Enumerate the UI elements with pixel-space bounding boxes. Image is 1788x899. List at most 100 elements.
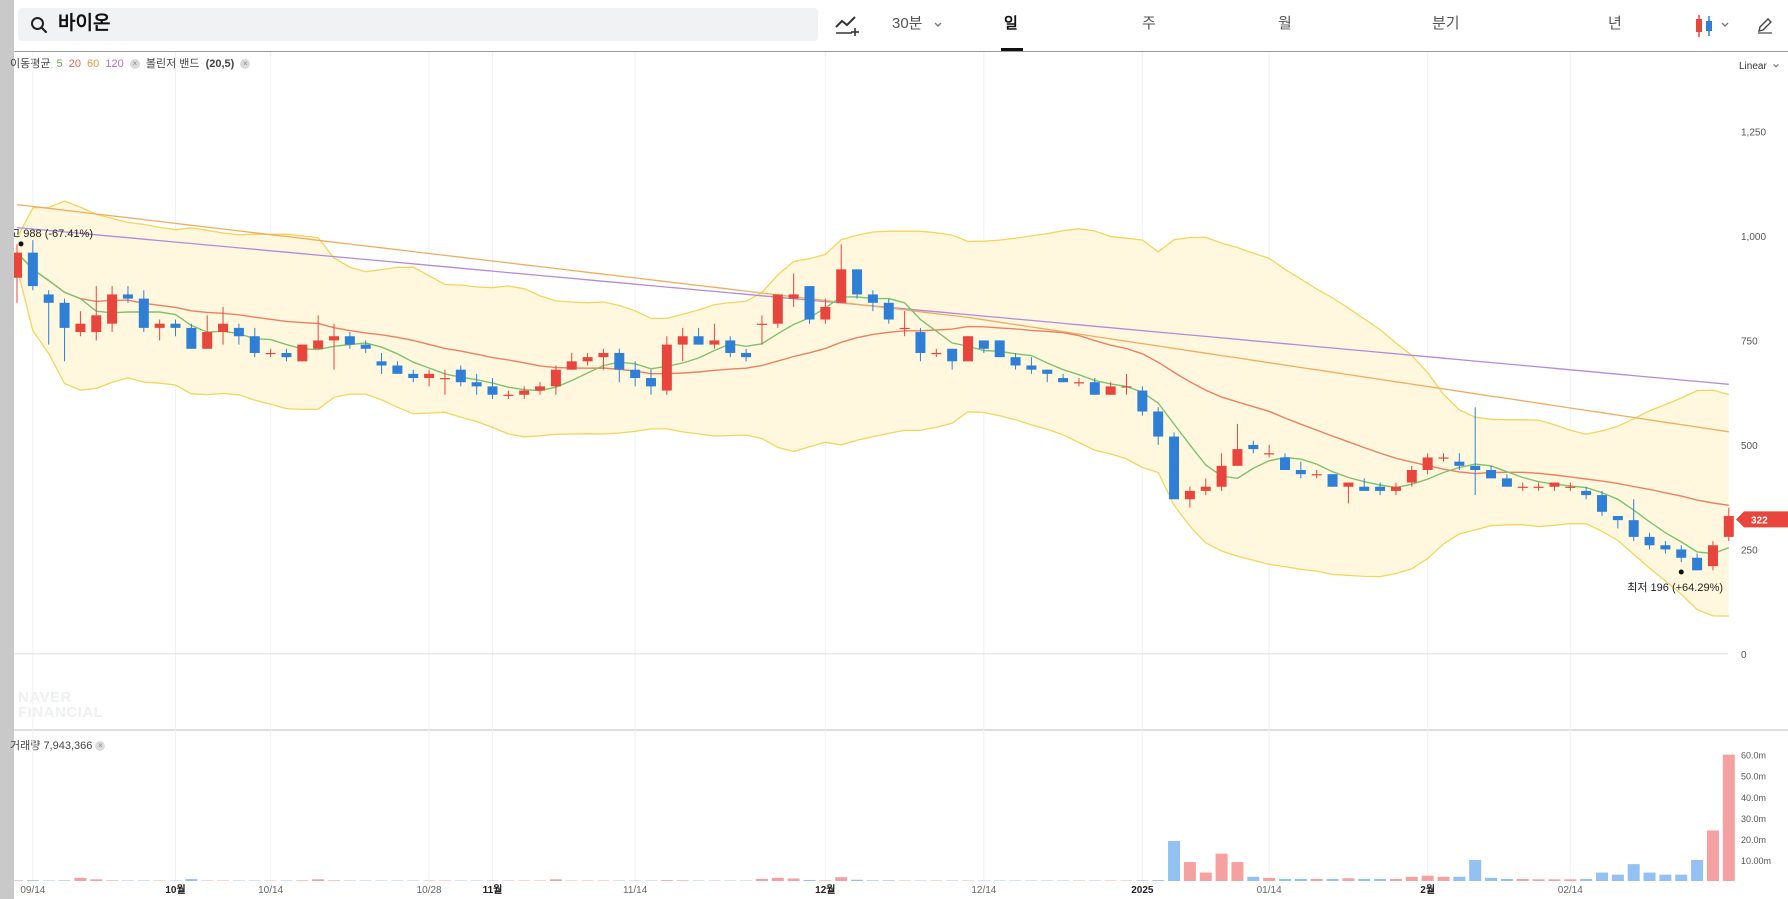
volume-bar <box>1643 872 1656 881</box>
x-tick-label: 11월 <box>483 884 503 896</box>
candle-body <box>535 386 546 391</box>
tab-month[interactable]: 월 <box>1278 14 1292 34</box>
volume-bar <box>1722 754 1735 881</box>
volume-bar <box>1025 880 1038 882</box>
candle-body <box>43 294 54 303</box>
candle-body <box>91 315 102 333</box>
candle-body <box>14 252 22 278</box>
remove-volume-close-icon[interactable]: × <box>95 741 106 751</box>
price-chart[interactable]: 0 250 500 750 1,000 1,250 10.00m 20.0m 30.0m 40.0… <box>14 0 1788 899</box>
volume-bar <box>1421 875 1434 881</box>
candle-body <box>281 352 292 358</box>
volume-bar <box>708 880 721 882</box>
volume-bar <box>232 880 245 882</box>
candle-body <box>899 327 910 330</box>
volume-bar <box>1437 876 1450 881</box>
naver-financial-watermark: NAVER FINANCIAL <box>18 690 103 720</box>
volume-bar <box>153 880 166 882</box>
volume-bar <box>1263 877 1276 881</box>
volume-tick-label: 40.0m <box>1741 793 1766 803</box>
volume-bar <box>201 880 214 882</box>
tab-week[interactable]: 주 <box>1142 14 1156 34</box>
tab-year[interactable]: 년 <box>1608 14 1622 34</box>
tab-quarter[interactable]: 분기 <box>1432 14 1460 34</box>
candle-body <box>138 298 149 328</box>
chevron-down-icon <box>1772 64 1779 68</box>
candle-body <box>1628 520 1639 537</box>
y-tick-label: 1,250 <box>1741 127 1766 138</box>
candle-body <box>122 294 133 299</box>
low-marker <box>1678 569 1684 575</box>
chevron-down-icon[interactable] <box>933 20 943 30</box>
candle-body <box>550 369 561 387</box>
current-price-label: 322 <box>1751 515 1768 526</box>
candle-body <box>1295 470 1306 475</box>
volume-bar <box>534 880 547 882</box>
volume-bar <box>1136 880 1149 882</box>
candle-body <box>265 352 276 355</box>
volume-bar <box>962 880 974 882</box>
candle-body <box>804 286 815 320</box>
candle-body <box>1026 365 1037 370</box>
volume-bar <box>1009 880 1022 882</box>
tab-day[interactable]: 일 <box>1004 14 1018 34</box>
ma120-line <box>16 226 1729 385</box>
candle-body <box>1612 515 1623 521</box>
volume-bar <box>898 880 911 882</box>
ma5-line <box>16 252 1730 555</box>
volume-bar <box>42 880 55 882</box>
remove-bollinger-close-icon[interactable]: × <box>240 59 251 69</box>
volume-bar <box>1279 878 1291 881</box>
candle-body <box>1517 486 1528 488</box>
scale-select[interactable]: Linear <box>1739 61 1779 72</box>
volume-tick-label: 20.0m <box>1741 835 1766 845</box>
volume-bar <box>1596 872 1608 881</box>
x-axis-strip <box>14 881 1788 899</box>
candle-body <box>677 336 688 345</box>
candle-body <box>1153 411 1164 437</box>
candle-body <box>852 269 863 295</box>
candle-body <box>1089 382 1100 395</box>
candle-body <box>1184 490 1195 500</box>
x-tick-label: 11/14 <box>623 885 648 896</box>
volume-bar <box>1041 880 1054 882</box>
volume-bar <box>803 879 816 881</box>
volume-bar <box>1485 877 1498 881</box>
volume-bar <box>1469 859 1482 881</box>
candle-body <box>59 302 70 328</box>
volume-bar <box>1500 878 1513 881</box>
volume-bar <box>518 880 531 882</box>
volume-bar <box>391 880 404 882</box>
volume-bar <box>1247 876 1260 881</box>
volume-bar <box>1183 862 1196 881</box>
ma20-label: 20 <box>68 58 81 70</box>
pencil-icon[interactable] <box>1756 16 1774 34</box>
candle-body <box>836 269 847 303</box>
candlestick-type-icon[interactable] <box>1694 14 1716 38</box>
volume-bar <box>90 879 103 881</box>
candle-body <box>883 302 894 320</box>
candle-body <box>1042 369 1053 374</box>
minute-interval-select[interactable]: 30분 <box>892 14 923 34</box>
candle-body <box>1311 474 1322 476</box>
volume-bar <box>1564 879 1577 881</box>
high-annotation: 최고 988 (-67.41%) <box>14 227 93 240</box>
candle-body <box>1280 457 1290 470</box>
candle-body <box>1422 457 1433 470</box>
candle-body <box>915 332 926 353</box>
high-marker <box>18 241 24 247</box>
search-box[interactable]: 바이온 <box>18 8 818 41</box>
candle-body <box>1438 457 1449 459</box>
candle-body <box>1454 461 1465 466</box>
candle-body <box>1105 386 1116 395</box>
volume-bar <box>264 880 277 882</box>
candle-body <box>1707 545 1718 567</box>
y-tick-label: 500 <box>1741 441 1758 452</box>
x-tick-label: 12/14 <box>971 885 996 896</box>
volume-bar <box>660 880 673 882</box>
remove-ma-close-icon[interactable]: × <box>129 59 140 69</box>
chevron-down-icon[interactable] <box>1720 20 1730 30</box>
line-chart-add-icon[interactable] <box>834 13 860 37</box>
ma5-label: 5 <box>56 58 63 70</box>
bollinger-params: (20,5) <box>205 58 235 70</box>
